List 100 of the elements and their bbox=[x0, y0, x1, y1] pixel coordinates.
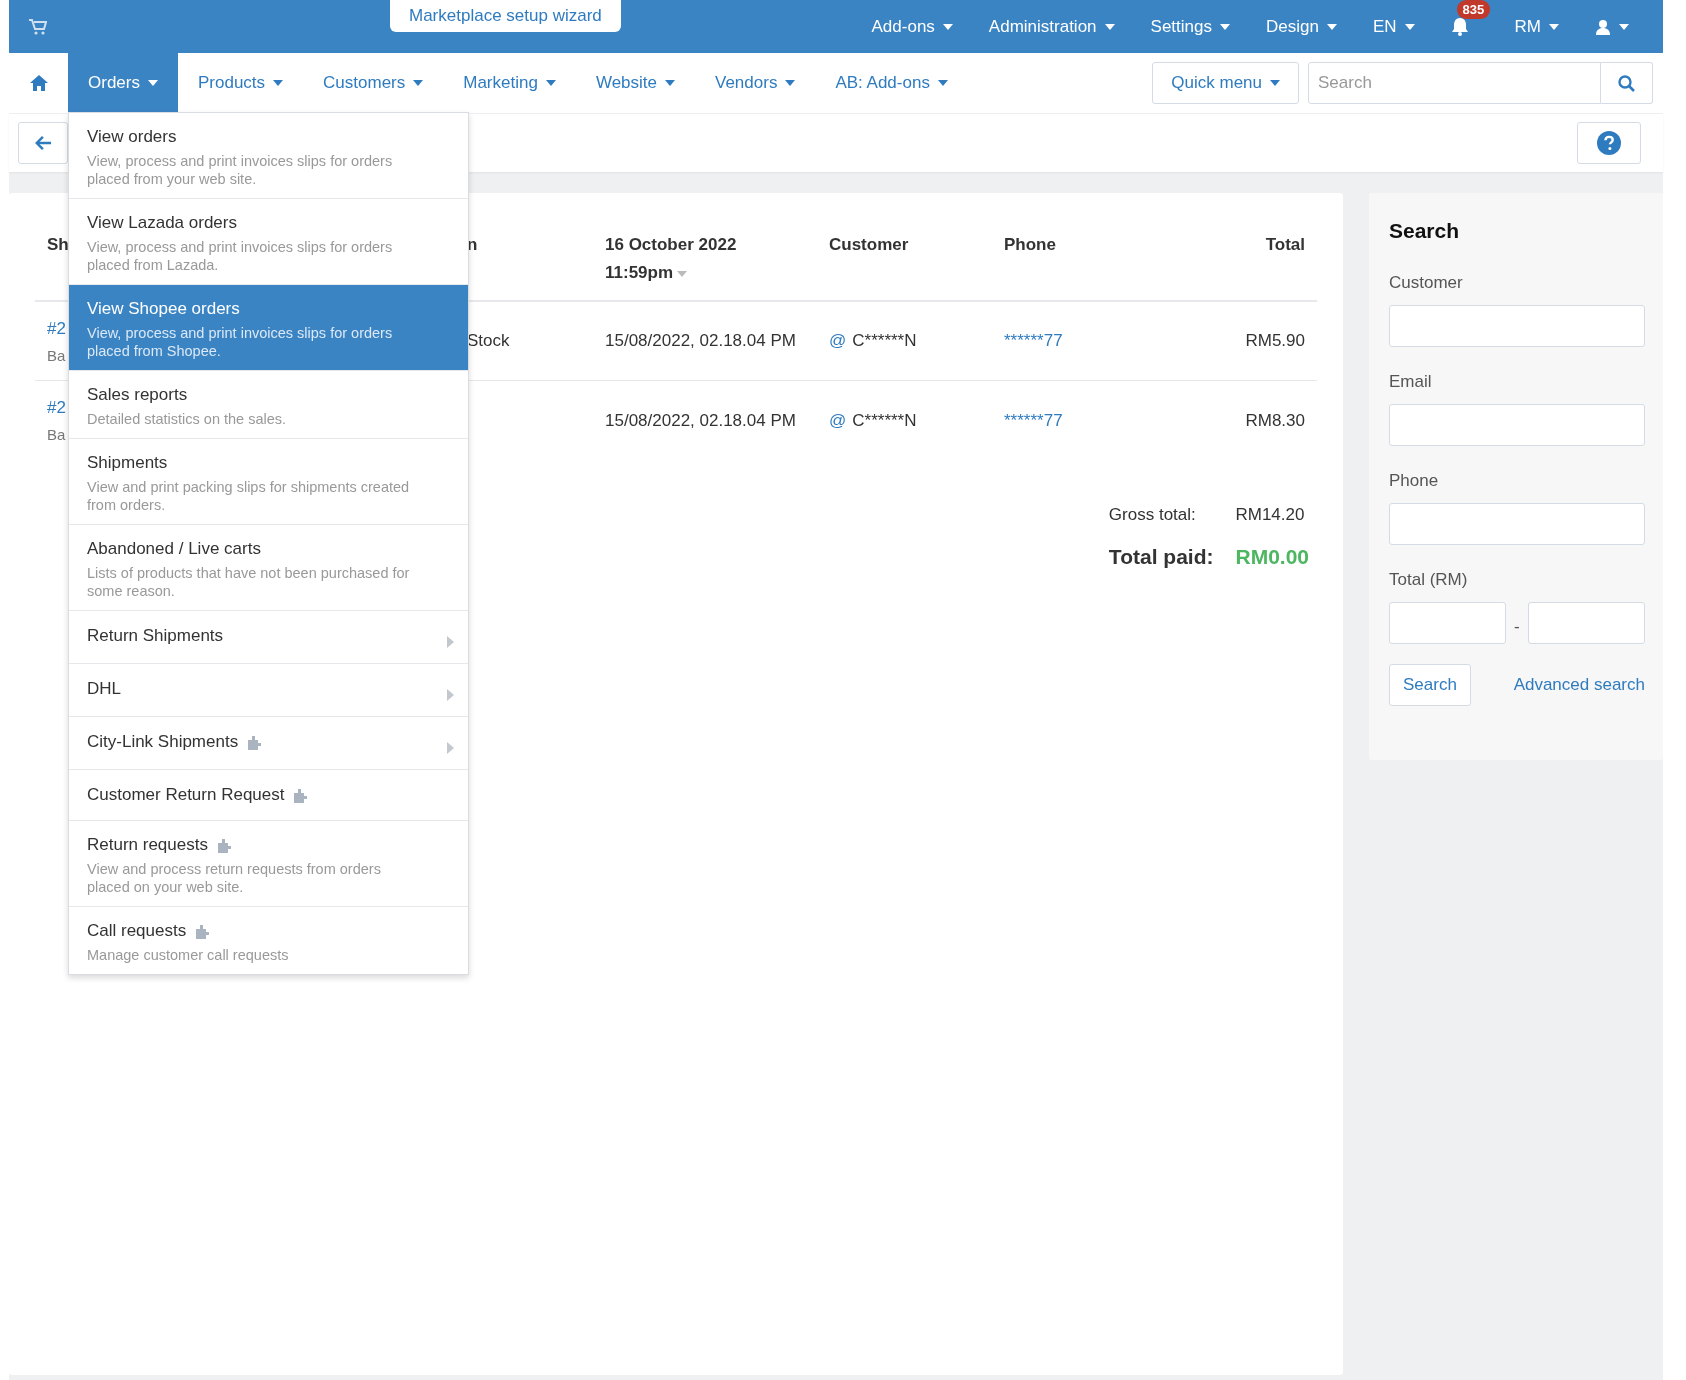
menu-item[interactable]: Return Shipments bbox=[69, 611, 468, 664]
order-link[interactable]: #2 bbox=[47, 398, 66, 418]
caret-icon bbox=[1404, 23, 1415, 30]
notifications-button[interactable] bbox=[1450, 17, 1469, 36]
total-cell: RM8.30 bbox=[1245, 410, 1305, 431]
customer-name: C******N bbox=[852, 410, 917, 431]
menu-item[interactable]: Abandoned / Live carts Lists of products that have not been purchased for some reason. bbox=[69, 525, 468, 611]
nav-tab[interactable]: Marketing bbox=[443, 53, 576, 113]
menu-item[interactable]: View orders View, process and print invoices slips for orders placed from your web site. bbox=[69, 113, 468, 199]
bell-icon bbox=[1450, 17, 1469, 36]
order-link[interactable]: #2 bbox=[47, 318, 66, 339]
menu-item[interactable]: Sales reports Detailed statistics on the sales. bbox=[69, 371, 468, 439]
date-cell: 15/08/2022, 02.18.04 PM bbox=[605, 410, 796, 431]
menu-item-title: View orders bbox=[87, 127, 177, 147]
top-menu[interactable]: EN bbox=[1372, 16, 1415, 37]
back-arrow-icon bbox=[35, 136, 51, 150]
user-menu[interactable] bbox=[1595, 18, 1629, 35]
menu-item[interactable]: DHL bbox=[69, 664, 468, 717]
menu-item-title: DHL bbox=[87, 679, 121, 699]
total-paid-value: RM0.00 bbox=[1235, 545, 1309, 569]
advanced-search-link[interactable]: Advanced search bbox=[1513, 675, 1645, 695]
menu-item-title: Customer Return Request bbox=[87, 785, 285, 805]
menu-item-title: View Shopee orders bbox=[87, 299, 240, 319]
top-menu[interactable]: Settings bbox=[1150, 16, 1230, 37]
menu-item-description: Manage customer call requests bbox=[87, 946, 290, 964]
order-note: Ba bbox=[47, 426, 66, 443]
menu-item[interactable]: View Lazada orders View, process and print invoices slips for orders placed from Lazada. bbox=[69, 199, 468, 285]
caret-icon bbox=[1549, 23, 1559, 30]
help-icon bbox=[1597, 131, 1621, 155]
phone-link[interactable]: ******77 bbox=[1004, 410, 1063, 431]
quick-menu-button[interactable]: Quick menu bbox=[1152, 62, 1299, 104]
menu-item-title: Shipments bbox=[87, 453, 168, 473]
nav-tab[interactable]: Customers bbox=[303, 53, 444, 113]
caret-icon bbox=[1220, 23, 1230, 30]
input-field[interactable] bbox=[1389, 305, 1645, 347]
caret-icon bbox=[665, 80, 675, 86]
search-button[interactable] bbox=[1601, 62, 1653, 104]
caret-icon bbox=[273, 80, 284, 86]
help-button[interactable] bbox=[1577, 122, 1641, 164]
top-menu[interactable]: Add-ons bbox=[871, 16, 953, 37]
top-menu[interactable]: Design bbox=[1266, 16, 1337, 37]
nav-tab[interactable]: AB: Add-ons bbox=[815, 53, 968, 113]
input-field[interactable] bbox=[1389, 503, 1645, 545]
menu-item-description: View, process and print invoices slips for orders placed from Shopee. bbox=[87, 324, 394, 360]
caret-icon bbox=[785, 80, 796, 86]
order-note: Ba bbox=[47, 346, 66, 364]
nav-tab[interactable]: Vendors bbox=[695, 53, 816, 113]
search-button[interactable]: Search bbox=[1389, 664, 1471, 706]
menu-item[interactable]: View Shopee orders View, process and print invoices slips for orders placed from Shopee. bbox=[69, 285, 468, 371]
field-label: Customer bbox=[1389, 273, 1464, 293]
user-icon bbox=[1595, 18, 1611, 35]
field-label: Total (RM) bbox=[1389, 570, 1469, 590]
column-header[interactable]: Phone bbox=[1004, 235, 1056, 254]
notification-badge: 835 bbox=[1456, 0, 1491, 19]
range-separator: - bbox=[1514, 617, 1520, 637]
menu-item[interactable]: Customer Return Request bbox=[69, 770, 468, 821]
home-icon bbox=[29, 75, 48, 91]
input-field[interactable] bbox=[1527, 602, 1645, 644]
caret-icon bbox=[1270, 80, 1280, 86]
field-label: Email bbox=[1389, 372, 1433, 392]
back-button[interactable] bbox=[18, 122, 68, 164]
menu-item-description: View and print packing slips for shipments created from orders. bbox=[87, 478, 411, 514]
column-header[interactable]: Sh bbox=[47, 235, 69, 254]
panel-title: Search bbox=[1389, 219, 1461, 243]
caret-icon bbox=[1619, 23, 1629, 30]
menu-item-description: View and process return requests from orders placed on your web site. bbox=[87, 860, 382, 896]
total-cell: RM5.90 bbox=[1245, 331, 1305, 351]
nav-tab[interactable]: Website bbox=[575, 53, 695, 113]
caret-icon bbox=[147, 80, 158, 86]
menu-item-title: Abandoned / Live carts bbox=[87, 539, 261, 559]
menu-item-title: Return requests bbox=[87, 835, 208, 855]
input-field[interactable] bbox=[1389, 602, 1506, 644]
search-field[interactable]: Search bbox=[1308, 62, 1601, 104]
column-header[interactable]: 16 October 2022 11:59pm bbox=[605, 231, 805, 287]
menu-item-description: View, process and print invoices slips for orders placed from your web site. bbox=[87, 152, 394, 188]
input-field[interactable] bbox=[1389, 404, 1645, 446]
caret-icon bbox=[1326, 23, 1337, 30]
menu-item-description: Lists of products that have not been purchased for some reason. bbox=[87, 564, 411, 600]
wizard-button[interactable]: Marketplace setup wizard bbox=[390, 0, 621, 32]
table-cell: Stock bbox=[467, 331, 510, 351]
gross-total-value: RM14.20 bbox=[1235, 505, 1306, 525]
search-icon bbox=[1618, 74, 1635, 92]
menu-item-title: Return Shipments bbox=[87, 626, 224, 646]
menu-item[interactable]: Return requests View and process return requests from orders placed on your web site. bbox=[69, 821, 468, 907]
column-header[interactable]: Customer bbox=[829, 235, 909, 254]
column-header[interactable]: Total bbox=[1265, 235, 1305, 254]
at-icon: @ bbox=[829, 331, 847, 351]
menu-item[interactable]: Call requests Manage customer call requests bbox=[69, 907, 468, 974]
cart-icon[interactable] bbox=[29, 18, 47, 35]
total-paid-label: Total paid: bbox=[1108, 545, 1214, 569]
phone-link[interactable]: ******77 bbox=[1004, 331, 1063, 351]
customer-name: C******N bbox=[852, 331, 917, 351]
top-menu[interactable]: RM bbox=[1514, 16, 1559, 37]
menu-item[interactable]: Shipments View and print packing slips for shipments created from orders. bbox=[69, 439, 468, 525]
nav-tab[interactable]: Orders bbox=[68, 53, 178, 113]
nav-tab[interactable]: Products bbox=[177, 53, 304, 113]
top-menu[interactable]: Administration bbox=[988, 16, 1115, 37]
menu-item-title: View Lazada orders bbox=[87, 213, 237, 233]
menu-item[interactable]: City-Link Shipments bbox=[69, 717, 468, 770]
menu-item-description: Detailed statistics on the sales. bbox=[87, 410, 288, 428]
